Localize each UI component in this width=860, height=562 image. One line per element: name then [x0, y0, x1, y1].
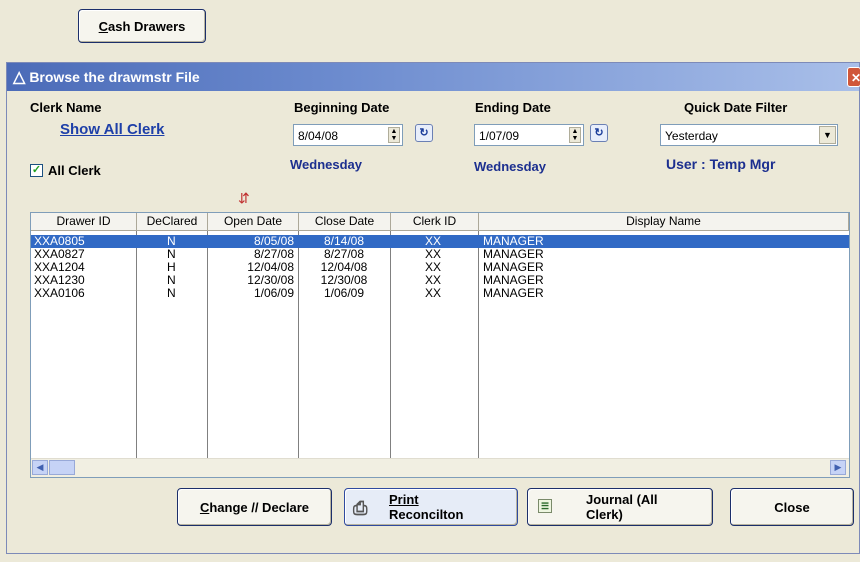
drawer-id-cell: XXA0106 — [34, 286, 85, 300]
clerk-id-cell: XX — [425, 286, 442, 300]
cash-drawers-button[interactable]: Cash Drawers — [78, 9, 206, 43]
scroll-thumb[interactable] — [49, 460, 75, 475]
triangle-icon: △ — [13, 69, 26, 86]
col-drawer-id[interactable]: Drawer ID — [31, 213, 137, 231]
change-declare-button[interactable]: Change // Declare — [177, 488, 332, 526]
col-open-date[interactable]: Open Date — [208, 213, 299, 231]
close-window-icon[interactable]: ✕ — [847, 67, 860, 87]
col-close-date[interactable]: Close Date — [299, 213, 391, 231]
scroll-right-icon[interactable]: ▶ — [830, 460, 846, 475]
drawers-grid[interactable]: Drawer ID DeClared Open Date Close Date … — [30, 212, 850, 478]
sort-arrows-icon[interactable]: ⇵ — [238, 190, 250, 207]
display-name-cell: MANAGER — [483, 286, 544, 300]
journal-label-line1: Journal (All — [586, 492, 658, 507]
show-all-clerk-link[interactable]: Show All Clerk — [60, 121, 164, 138]
all-clerk-label: All Clerk — [48, 163, 101, 178]
col-display-name[interactable]: Display Name — [479, 213, 849, 231]
ending-date-field[interactable]: 1/07/09 ▲ ▼ — [474, 124, 584, 146]
beginning-date-field[interactable]: 8/04/08 ▲ ▼ — [293, 124, 403, 146]
ending-date-header: Ending Date — [475, 100, 551, 115]
table-row[interactable]: XXA0106 N 1/06/09 1/06/09 XX MANAGER — [31, 287, 849, 300]
quick-date-filter-value: Yesterday — [665, 129, 718, 143]
close-button[interactable]: Close — [730, 488, 854, 526]
quick-date-filter-select[interactable]: Yesterday ▼ — [660, 124, 838, 146]
change-hotkey: C — [199, 499, 210, 515]
print-reconcilton-button[interactable]: ⎙ Print Reconcilton — [344, 488, 518, 526]
horizontal-scrollbar[interactable]: ◀ ▶ — [31, 458, 849, 477]
print-label-line1: Print — [389, 492, 419, 507]
beginning-calendar-icon[interactable]: ↻ — [415, 124, 433, 142]
beginning-date-spinner[interactable]: ▲ ▼ — [388, 127, 400, 143]
printer-icon: ⎙ — [353, 498, 368, 518]
col-declared[interactable]: DeClared — [137, 213, 208, 231]
window-titlebar: △ Browse the drawmstr File ✕ — [7, 63, 860, 91]
quick-date-filter-header: Quick Date Filter — [684, 100, 788, 115]
beginning-date-header: Beginning Date — [294, 100, 390, 115]
change-declare-label: hange // Declare — [209, 499, 310, 515]
ending-weekday: Wednesday — [474, 159, 547, 174]
beginning-date-value: 8/04/08 — [298, 129, 339, 143]
col-clerk-id[interactable]: Clerk ID — [391, 213, 479, 231]
journal-icon: ☰ — [538, 499, 552, 513]
close-date-cell: 1/06/09 — [323, 286, 365, 300]
ending-calendar-icon[interactable]: ↻ — [590, 124, 608, 142]
open-date-cell: 1/06/09 — [253, 286, 294, 300]
scroll-left-icon[interactable]: ◀ — [32, 460, 48, 475]
cash-drawers-hotkey: C — [98, 18, 109, 34]
journal-label-line2: Clerk) — [586, 507, 623, 522]
clerk-name-header: Clerk Name — [30, 100, 102, 115]
window-title: Browse the drawmstr File — [29, 69, 200, 85]
all-clerk-checkbox[interactable]: ✓ — [30, 164, 43, 177]
ending-date-value: 1/07/09 — [479, 129, 520, 143]
ending-date-spinner[interactable]: ▲ ▼ — [569, 127, 581, 143]
chevron-down-icon[interactable]: ▼ — [819, 126, 836, 144]
cash-drawers-label: ash Drawers — [108, 18, 186, 34]
declared-cell: N — [167, 286, 176, 300]
journal-all-clerk-button[interactable]: ☰ Journal (All Clerk) — [527, 488, 713, 526]
user-label: User : Temp Mgr — [666, 156, 776, 172]
print-label-line2: Reconcilton — [389, 507, 464, 522]
beginning-weekday: Wednesday — [290, 157, 363, 172]
